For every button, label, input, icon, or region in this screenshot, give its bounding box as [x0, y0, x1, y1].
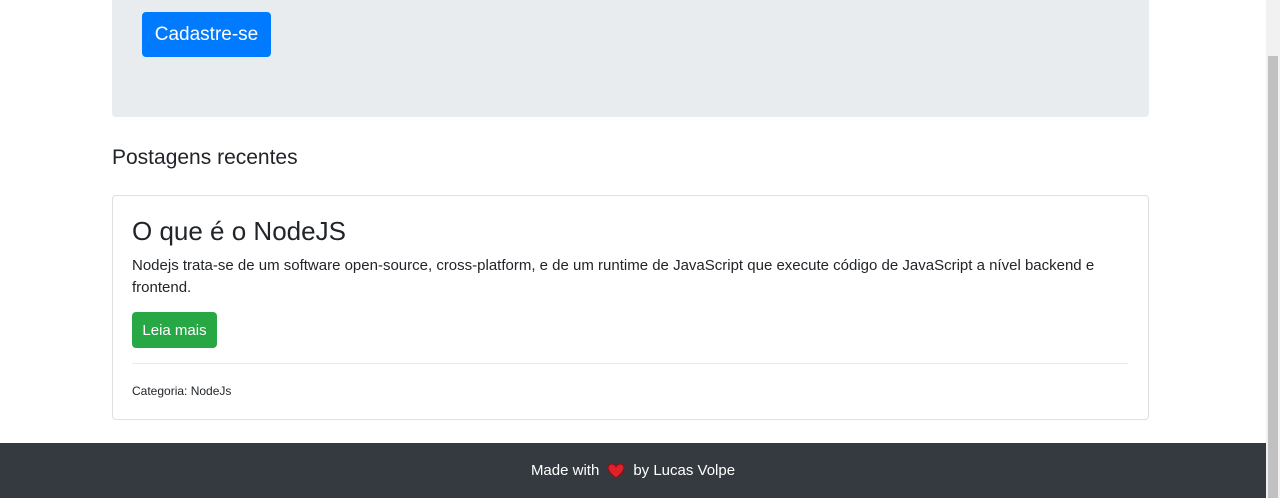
register-button[interactable]: Cadastre-se — [142, 12, 271, 57]
scrollbar-thumb[interactable] — [1268, 56, 1278, 498]
card-divider — [132, 363, 1128, 364]
post-description: Nodejs trata-se de um software open-sour… — [132, 257, 1095, 296]
vertical-scrollbar[interactable] — [1266, 0, 1280, 498]
post-card: O que é o NodeJS Nodejs trata-se de um s… — [112, 195, 1149, 420]
heart-icon — [607, 462, 625, 479]
jumbotron: Cadastre-se — [112, 0, 1149, 117]
footer-made-with: Made with — [530, 462, 600, 479]
page-viewport: Cadastre-se Postagens recentes O que é o… — [0, 0, 1280, 498]
footer-author: by Lucas Volpe — [633, 462, 736, 479]
post-category: Categoria: NodeJs — [132, 384, 232, 398]
footer: Made with by Lucas Volpe — [0, 443, 1266, 498]
read-more-button[interactable]: Leia mais — [132, 312, 217, 348]
recent-posts-title: Postagens recentes — [112, 146, 298, 169]
post-title: O que é o NodeJS — [132, 216, 346, 246]
